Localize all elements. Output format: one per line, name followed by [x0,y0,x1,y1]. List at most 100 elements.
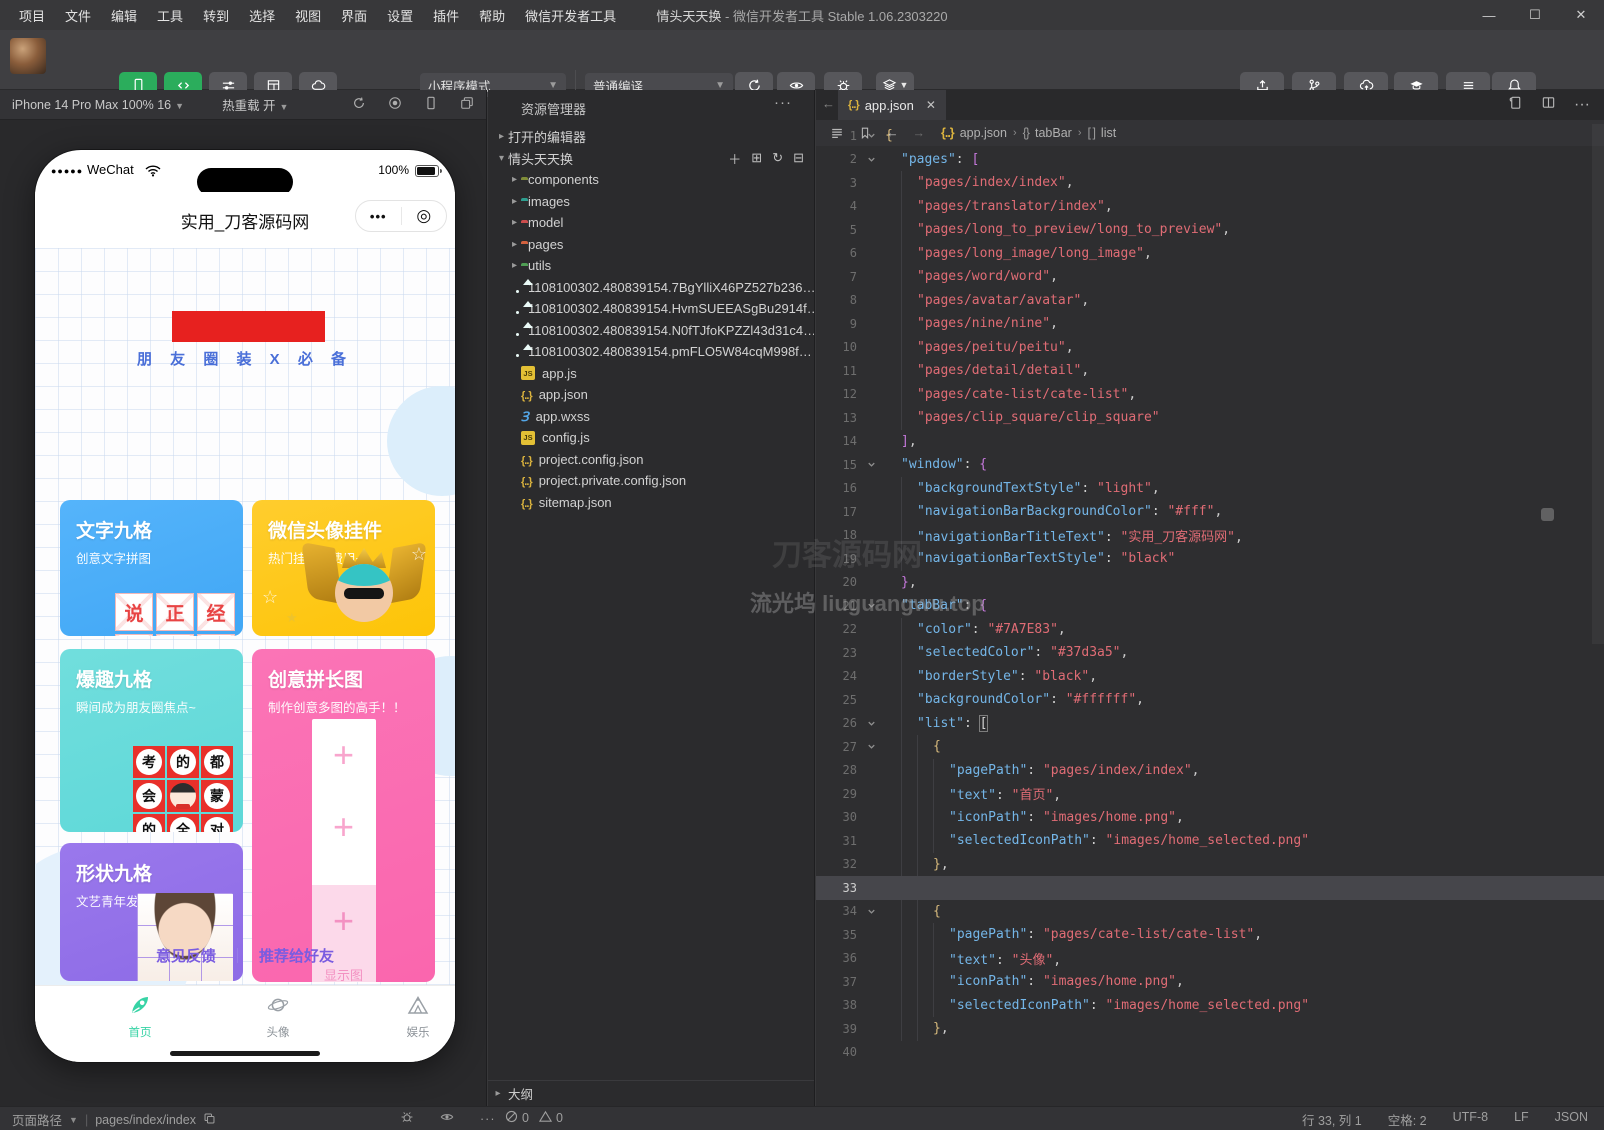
code-line-38[interactable]: 38"selectedIconPath": "images/home_selec… [816,994,1604,1018]
tree-item-1108100302.480839154.HvmSUEEAS[interactable]: 1108100302.480839154.HvmSUEEASgBu2914f… [488,298,814,320]
code-line-20[interactable]: 20}, [816,571,1604,595]
tree-item-打开的编辑器[interactable]: ▸打开的编辑器 [488,126,814,148]
fold-chevron-icon[interactable] [857,600,885,611]
split-editor-icon[interactable] [1541,95,1556,115]
code-line-12[interactable]: 12"pages/cate-list/cate-list", [816,383,1604,407]
code-area[interactable]: 1{2"pages": [3"pages/index/index",4"page… [816,124,1604,1064]
more-actions-icon[interactable]: ··· [1574,96,1590,114]
menu-微信开发者工具[interactable]: 微信开发者工具 [516,3,625,28]
record-icon[interactable] [388,96,402,113]
code-line-19[interactable]: 19"navigationBarTextStyle": "black" [816,547,1604,571]
code-line-8[interactable]: 8"pages/avatar/avatar", [816,289,1604,313]
fold-chevron-icon[interactable] [857,718,885,729]
menu-编辑[interactable]: 编辑 [102,3,146,28]
bug-icon[interactable] [400,1110,414,1127]
menu-插件[interactable]: 插件 [424,3,468,28]
code-line-9[interactable]: 9"pages/nine/nine", [816,312,1604,336]
tree-item-components[interactable]: ▸components [488,169,814,191]
menu-视图[interactable]: 视图 [286,3,330,28]
more-icon[interactable]: ··· [480,1112,496,1126]
code-line-3[interactable]: 3"pages/index/index", [816,171,1604,195]
code-line-4[interactable]: 4"pages/translator/index", [816,195,1604,219]
code-line-11[interactable]: 11"pages/detail/detail", [816,359,1604,383]
code-line-37[interactable]: 37"iconPath": "images/home.png", [816,970,1604,994]
code-line-40[interactable]: 40 [816,1041,1604,1065]
footer-link-推荐给好友[interactable]: 推荐给好友 [259,948,334,965]
status-2[interactable]: 空格: 2 [1388,1110,1427,1129]
hot-reload-toggle[interactable]: 热重载 开▼ [184,95,288,114]
tree-item-pages[interactable]: ▸pages [488,234,814,256]
code-line-10[interactable]: 10"pages/peitu/peitu", [816,336,1604,360]
code-line-2[interactable]: 2"pages": [ [816,148,1604,172]
tab-app-json[interactable]: {..} app.json ✕ [838,90,946,120]
fold-chevron-icon[interactable] [857,459,885,470]
code-line-33[interactable]: 33 [816,876,1604,900]
code-line-39[interactable]: 39}, [816,1017,1604,1041]
code-line-1[interactable]: 1{ [816,124,1604,148]
card-text-nine[interactable]: 文字九格创意文字拼图说正经事专用 [60,500,243,636]
code-line-18[interactable]: 18"navigationBarTitleText": "实用_刀客源码网", [816,524,1604,548]
code-line-28[interactable]: 28"pagePath": "pages/index/index", [816,759,1604,783]
menu-设置[interactable]: 设置 [378,3,422,28]
code-line-30[interactable]: 30"iconPath": "images/home.png", [816,806,1604,830]
refresh-icon[interactable] [352,96,366,113]
copy-icon[interactable] [203,1112,216,1128]
tree-item-sitemap.json[interactable]: {..}sitemap.json [488,492,814,514]
status-UTF-8[interactable]: UTF-8 [1453,1110,1488,1129]
device-select[interactable]: iPhone 14 Pro Max 100% 16▼ [0,98,184,112]
code-line-34[interactable]: 34{ [816,900,1604,924]
code-line-17[interactable]: 17"navigationBarBackgroundColor": "#fff"… [816,500,1604,524]
fold-chevron-icon[interactable] [857,154,885,165]
menu-工具[interactable]: 工具 [148,3,192,28]
maximize-button[interactable]: ☐ [1512,0,1558,30]
menu-界面[interactable]: 界面 [332,3,376,28]
tree-item-project.private.config.json[interactable]: {..}project.private.config.json [488,470,814,492]
minimize-button[interactable]: — [1466,0,1512,30]
eye-icon[interactable] [440,1110,454,1127]
code-line-6[interactable]: 6"pages/long_image/long_image", [816,242,1604,266]
close-button[interactable]: ✕ [1558,0,1604,30]
status-LF[interactable]: LF [1514,1110,1529,1129]
page-path-control[interactable]: 页面路径 ▼ | pages/index/index [12,1110,216,1129]
menu-文件[interactable]: 文件 [56,3,100,28]
fold-chevron-icon[interactable] [857,741,885,752]
tree-item-1108100302.480839154.pmFLO5W84[interactable]: 1108100302.480839154.pmFLO5W84cqM998f… [488,341,814,363]
code-line-15[interactable]: 15"window": { [816,453,1604,477]
user-avatar[interactable] [10,38,46,74]
tab-首页[interactable]: 首页 [95,993,185,1040]
code-line-29[interactable]: 29"text": "首页", [816,782,1604,806]
menu-项目[interactable]: 项目 [10,3,54,28]
fold-chevron-icon[interactable] [857,906,885,917]
problems-indicator[interactable]: 0 0 [505,1110,563,1126]
history-back-icon[interactable]: ← [822,96,835,111]
code-line-35[interactable]: 35"pagePath": "pages/cate-list/cate-list… [816,923,1604,947]
outline-section[interactable]: ▸ 大纲 [488,1080,814,1106]
more-options-button[interactable]: ••• [356,209,401,224]
tree-item-images[interactable]: ▸images [488,191,814,213]
tree-item-app.json[interactable]: {..}app.json [488,384,814,406]
card-fun-nine[interactable]: 爆趣九格瞬间成为朋友圈焦点~考的都会蒙的全对 [60,649,243,832]
editor-scrollbar[interactable] [1592,124,1604,644]
fold-chevron-icon[interactable] [857,130,885,141]
menu-选择[interactable]: 选择 [240,3,284,28]
status-331[interactable]: 行 33, 列 1 [1302,1110,1362,1129]
more-actions-icon[interactable]: ··· [774,94,792,111]
card-long-image[interactable]: 创意拼长图制作创意多图的高手！！+++显示图 [252,649,435,982]
code-line-14[interactable]: 14], [816,430,1604,454]
tab-头像[interactable]: 头像 [233,993,323,1040]
code-line-31[interactable]: 31"selectedIconPath": "images/home_selec… [816,829,1604,853]
code-line-16[interactable]: 16"backgroundTextStyle": "light", [816,477,1604,501]
phone-icon[interactable] [424,96,438,113]
new-file-icon[interactable]: ＋ [728,149,741,168]
tree-item-model[interactable]: ▸model [488,212,814,234]
menu-转到[interactable]: 转到 [194,3,238,28]
exit-target-button[interactable]: ◎ [402,206,447,226]
open-preview-icon[interactable] [1508,95,1523,115]
code-line-26[interactable]: 26"list": [ [816,712,1604,736]
code-line-23[interactable]: 23"selectedColor": "#37d3a5", [816,641,1604,665]
tab-娱乐[interactable]: 娱乐 [373,993,455,1040]
code-line-27[interactable]: 27{ [816,735,1604,759]
code-line-21[interactable]: 21"tabBar": { [816,594,1604,618]
close-tab-icon[interactable]: ✕ [926,98,936,112]
code-line-5[interactable]: 5"pages/long_to_preview/long_to_preview"… [816,218,1604,242]
